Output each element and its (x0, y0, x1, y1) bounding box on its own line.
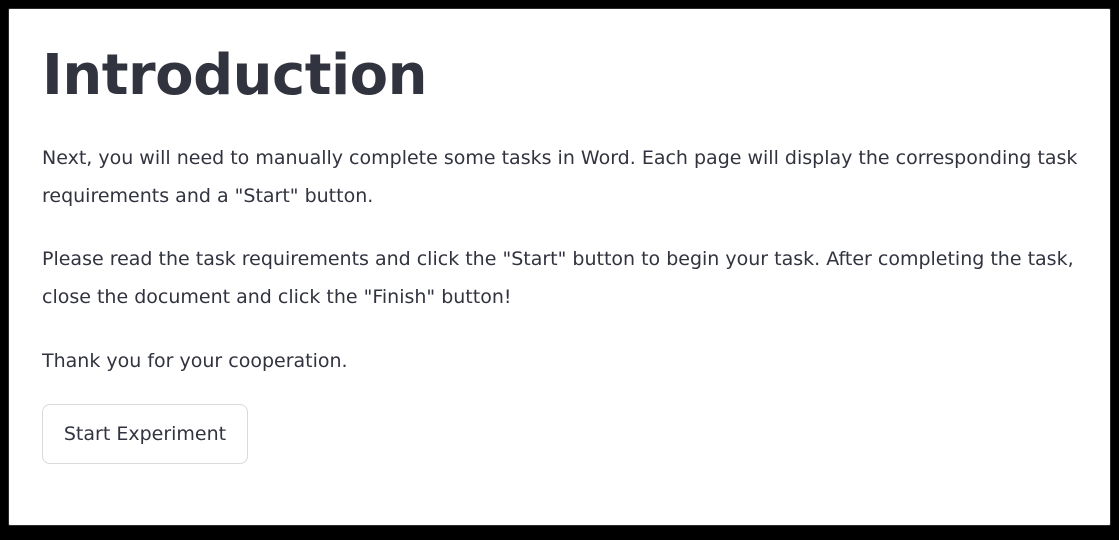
instruction-paragraph-1: Next, you will need to manually complete… (42, 147, 1078, 207)
app-window: Introduction Next, you will need to manu… (8, 8, 1111, 526)
page-title: Introduction (42, 43, 428, 108)
start-experiment-button[interactable]: Start Experiment (42, 404, 248, 464)
instruction-paragraph-2: Please read the task requirements and cl… (42, 248, 1074, 308)
thank-you-paragraph: Thank you for your cooperation. (42, 350, 348, 372)
